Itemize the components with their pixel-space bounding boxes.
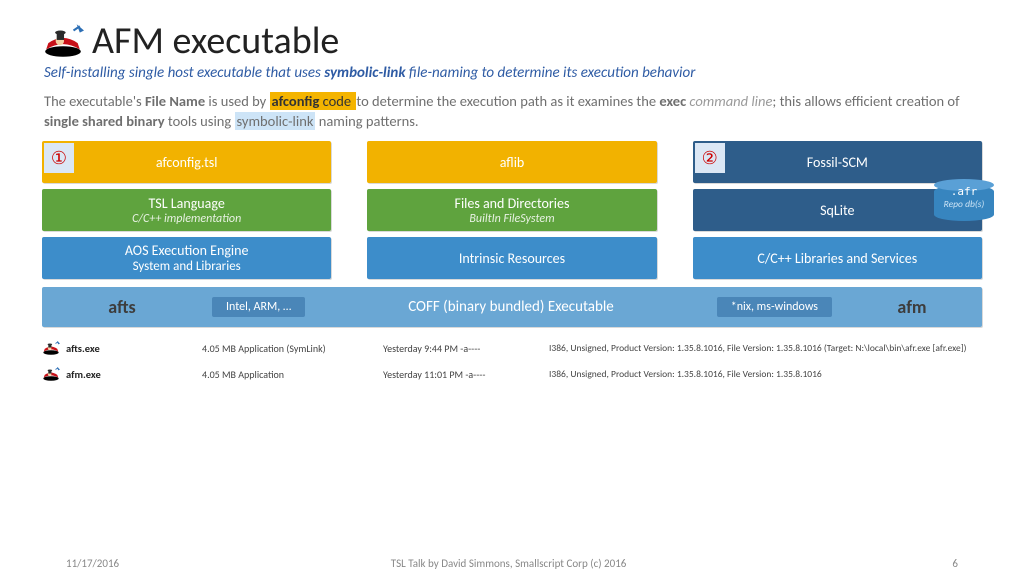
slide-subtitle: Self-installing single host executable t… [44,64,982,82]
tsl-language-box: TSL LanguageC/C++ implementation [42,189,331,231]
intrinsic-resources-box: Intrinsic Resources [367,237,656,279]
badge-2: ② [695,143,725,173]
redhat-icon [42,340,60,356]
coff-executable-bar: afts Intel, ARM, … COFF (binary bundled)… [42,287,982,327]
aflib-box: aflib [367,141,656,183]
os-chip: *nix, ms-windows [717,297,832,317]
slide-footer: 11/17/2016 TSL Talk by David Simmons, Sm… [0,557,1024,570]
footer-date: 11/17/2016 [66,557,119,570]
afm-label: afm [842,296,982,318]
file-row: afts.exe 4.05 MB Application (SymLink) Y… [42,335,982,361]
file-row: afm.exe 4.05 MB Application Yesterday 11… [42,361,982,387]
architecture-columns: ① afconfig.tsl TSL LanguageC/C++ impleme… [42,141,982,279]
aos-engine-box: AOS Execution EngineSystem and Libraries [42,237,331,279]
redhat-icon [42,366,60,382]
db-cylinder-icon: .afrRepo db(s) [934,179,994,217]
afconfig-box: ① afconfig.tsl [42,141,331,183]
fossil-scm-box: ② Fossil-SCM [693,141,982,183]
slide-description: The executable's File Name is used by af… [44,92,982,131]
footer-page: 6 [898,557,958,570]
footer-center: TSL Talk by David Simmons, Smallscript C… [119,557,898,570]
badge-1: ① [44,143,74,173]
file-listing: afts.exe 4.05 MB Application (SymLink) Y… [42,335,982,387]
files-dirs-box: Files and DirectoriesBuiltIn FileSystem [367,189,656,231]
cpp-libs-box: C/C++ Libraries and Services [693,237,982,279]
coff-label: COFF (binary bundled) Executable [315,298,706,316]
afts-label: afts [42,296,202,318]
arch-chip: Intel, ARM, … [212,297,305,317]
slide-title: AFM executable [92,18,339,64]
redhat-icon [42,24,84,58]
sqlite-box: SqLite .afrRepo db(s) [693,189,982,231]
